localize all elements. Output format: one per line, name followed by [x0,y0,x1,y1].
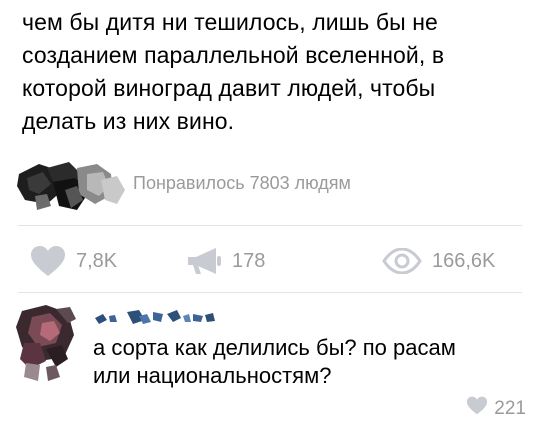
repost-count: 178 [232,249,266,272]
pixelated-avatars [17,162,125,210]
comment-text-line: а сорта как делились бы? по расам [93,335,456,360]
views-indicator: 166,6K [382,244,495,278]
heart-icon [30,245,66,277]
pixelated-name [95,310,215,324]
heart-icon [466,396,488,421]
likers-count-label[interactable]: Понравилось 7803 людям [133,173,351,194]
commenter-avatar[interactable] [16,303,78,385]
comment-text: а сорта как делились бы? по расам или на… [93,334,456,390]
comment-text-line: или национальностям? [93,363,332,388]
divider [18,225,522,226]
pixelated-avatar [16,305,76,381]
post-text-line: чем бы дитя ни тешилось, лишь бы не [22,9,438,35]
repost-button[interactable]: 178 [186,244,265,278]
post-text-line: созданием параллельной вселенной, в [22,42,445,68]
comment-author-name[interactable] [93,306,243,328]
likers-avatars[interactable] [17,160,127,212]
post-text-line: которой виноград давит людей, чтобы [22,75,436,101]
megaphone-icon [186,246,222,276]
divider [18,292,522,293]
post-text: чем бы дитя ни тешилось, лишь бы не созд… [22,6,527,138]
like-count: 7,8K [76,249,118,272]
views-count: 166,6K [432,249,496,272]
eye-icon [382,248,422,274]
post-text-line: делать из них вино. [22,108,235,134]
comment-like-button[interactable]: 221 [466,396,526,421]
comment-like-count: 221 [494,397,526,419]
like-button[interactable]: 7,8K [30,244,117,278]
